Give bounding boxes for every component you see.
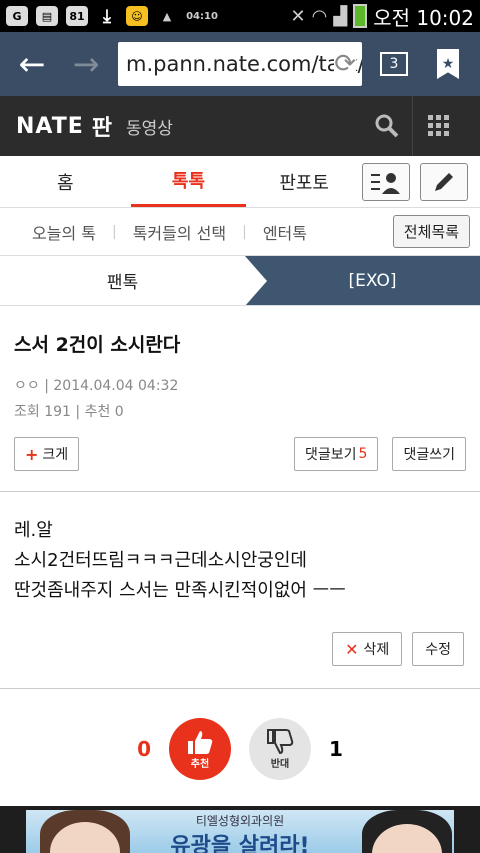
tab-home[interactable]: 홈 (0, 156, 131, 207)
search-icon[interactable] (362, 113, 412, 139)
reload-icon[interactable]: ⟳ (334, 49, 356, 79)
back-arrow-icon[interactable]: ← (10, 42, 54, 86)
browser-toolbar: ← → m.pann.nate.com/talk/3 ⟳ 3 ★ (0, 32, 480, 96)
status-bar: G ▤ 81 ⤓ ☺ ▲ 04:10 ✕ ◠ ▟ 오전 10:02 (0, 0, 480, 32)
downvote-label: 반대 (270, 758, 290, 770)
body-line: 소시2건터뜨림ㅋㅋㅋ근데소시안궁인데 (14, 550, 307, 571)
comments-count: 5 (358, 446, 368, 462)
tab-toktok[interactable]: 톡톡 (130, 156, 247, 207)
tab-count: 3 (380, 52, 408, 76)
thumbs-down-icon (267, 728, 294, 754)
clock-badge-icon: 04:10 (186, 10, 218, 22)
url-text: m.pann.nate.com/talk/3 (126, 52, 362, 76)
upvote-count: 0 (137, 737, 151, 761)
body-line: 레.알 (14, 520, 53, 541)
ad-banner[interactable]: 티엘성형외과의원 유광을 살려라! (0, 806, 480, 853)
all-list-button[interactable]: 전체목록 (392, 215, 470, 248)
logo-text: NATE (16, 113, 84, 139)
body-line: 딴것좀내주지 스서는 만족시킨적이없어 ㅡㅡ (14, 580, 346, 601)
article-title: 스서 2건이 소시란다 (14, 334, 181, 356)
edit-actions: ✕ 삭제 수정 (0, 606, 480, 688)
thumbs-up-icon (188, 730, 213, 754)
clock: 오전 10:02 (373, 5, 474, 30)
article-body: 레.알 소시2건터뜨림ㅋㅋㅋ근데소시안궁인데 딴것좀내주지 스서는 만족시킨적이… (0, 492, 480, 606)
notification-icons: G ▤ 81 ⤓ ☺ ▲ 04:10 (6, 5, 218, 27)
views-count: 191 (44, 404, 71, 420)
downvote-count: 1 (329, 737, 343, 761)
edit-button[interactable]: 수정 (412, 632, 464, 666)
video-link[interactable]: 동영상 (126, 114, 173, 139)
delete-button[interactable]: ✕ 삭제 (332, 632, 403, 666)
author-name: ㅇㅇ (14, 378, 40, 394)
breadcrumb: 팬톡 [EXO] (0, 256, 480, 306)
sheet-icon: ▤ (36, 6, 58, 26)
grid-menu-icon[interactable] (412, 96, 464, 156)
meta-divider: | (44, 378, 49, 394)
download-icon: ⤓ (103, 5, 111, 27)
wifi-icon: ◠ (311, 5, 328, 27)
app-icon: G (6, 6, 28, 26)
battery-icon (353, 4, 368, 28)
signal-icon: ▟ (333, 5, 348, 27)
write-comment-button[interactable]: 댓글쓰기 (392, 437, 466, 471)
main-nav: 홈 톡톡 판포토 (0, 156, 480, 208)
nate-logo[interactable]: NATE (16, 114, 84, 139)
url-bar[interactable]: m.pann.nate.com/talk/3 ⟳ (118, 42, 362, 86)
delete-label: 삭제 (363, 642, 390, 658)
enlarge-label: 크게 (42, 447, 69, 463)
view-comments-label: 댓글보기 (305, 447, 357, 463)
upvote-label: 추천 (190, 758, 210, 770)
bookmark-button[interactable]: ★ (426, 42, 470, 86)
ad-headline: 유광을 살려라! (170, 834, 310, 853)
android-icon: ▲ (162, 9, 172, 23)
downvote-button[interactable]: 반대 (249, 718, 311, 780)
my-profile-button[interactable] (362, 162, 410, 201)
recommend-count: 0 (114, 404, 124, 420)
bookmark-star-icon: ★ (437, 49, 459, 79)
views-label: 조회 (14, 404, 40, 420)
nate-header: NATE 판 동영상 (0, 96, 480, 156)
plus-icon: + (25, 444, 39, 464)
ad-clinic-name: 티엘성형외과의원 (195, 814, 285, 828)
vote-section: 0 추천 반대 1 (0, 689, 480, 809)
article-stats: 조회 191 | 추천 0 (14, 401, 466, 421)
enlarge-button[interactable]: + 크게 (14, 437, 80, 471)
upvote-button[interactable]: 추천 (169, 718, 231, 780)
article-meta: ㅇㅇ | 2014.04.04 04:32 (14, 375, 466, 395)
forward-arrow-icon[interactable]: → (64, 42, 108, 86)
mute-icon: ✕ (290, 5, 306, 27)
character-icon: ☺ (126, 6, 148, 26)
tab-panphoto[interactable]: 판포토 (246, 156, 362, 207)
breadcrumb-group[interactable]: [EXO] (245, 256, 480, 305)
post-date: 2014.04.04 04:32 (53, 378, 179, 394)
ad-image: 티엘성형외과의원 유광을 살려라! (26, 810, 454, 853)
tabs-button[interactable]: 3 (372, 42, 416, 86)
pencil-icon (435, 172, 453, 191)
view-comments-button[interactable]: 댓글보기 5 (294, 437, 379, 471)
meta-divider: | (75, 404, 81, 420)
sub-nav: 오늘의 톡 | 톡커들의 선택 | 엔터톡 전체목록 (0, 208, 480, 256)
recommend-label: 추천 (84, 404, 111, 420)
subnav-enter-talk[interactable]: 엔터톡 (247, 220, 323, 244)
pan-title[interactable]: 판 (92, 110, 112, 142)
badge-icon: 81 (66, 6, 88, 26)
subnav-talker-choice[interactable]: 톡커들의 선택 (117, 220, 242, 244)
subnav-today-talk[interactable]: 오늘의 톡 (0, 220, 112, 244)
write-button[interactable] (420, 162, 468, 201)
close-icon: ✕ (345, 639, 359, 659)
user-list-icon (371, 172, 400, 194)
breadcrumb-category[interactable]: 팬톡 (0, 256, 267, 306)
article-header: 스서 2건이 소시란다 ㅇㅇ | 2014.04.04 04:32 조회 191… (0, 306, 480, 491)
